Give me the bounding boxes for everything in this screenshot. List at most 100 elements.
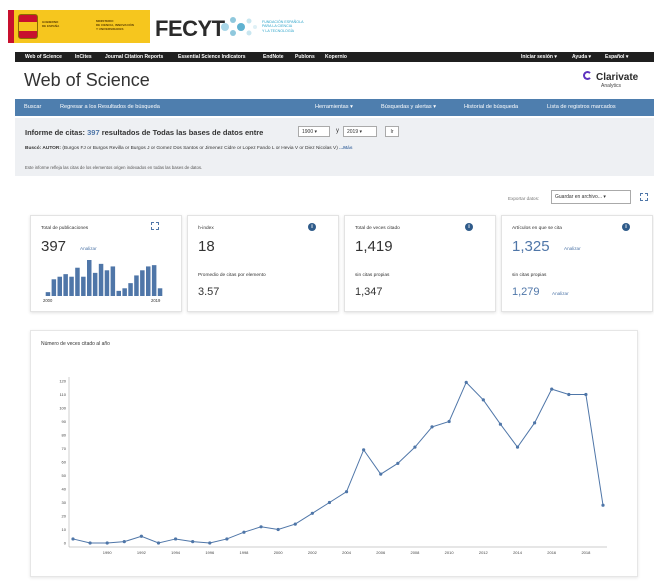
- y-tick-label: 40: [62, 487, 67, 492]
- x-tick-label: 1992: [137, 550, 147, 555]
- spark-bar: [75, 267, 80, 296]
- citation-report-header: Informe de citas: 397 resultados de Toda…: [15, 118, 654, 176]
- data-point: [173, 537, 178, 541]
- data-point: [208, 541, 212, 545]
- expand-icon[interactable]: [151, 222, 159, 230]
- data-point: [139, 534, 143, 538]
- data-point: [584, 392, 588, 397]
- x-tick-label: 1990: [103, 550, 113, 555]
- hindex-value: 18: [198, 238, 215, 255]
- x-tick-label: 2016: [547, 550, 557, 555]
- product-link-endnote[interactable]: EndNote: [263, 54, 284, 60]
- x-tick-label: 1996: [205, 550, 215, 555]
- gov-text-line: DE ESPAÑA: [42, 24, 60, 28]
- avg-citations-label: Promedio de citas por elemento: [198, 273, 266, 278]
- data-point: [122, 540, 126, 544]
- x-tick-label: 2004: [342, 550, 352, 555]
- main-nav: Buscar Regresar a los Resultados de búsq…: [15, 99, 654, 116]
- x-tick-label: 1998: [240, 550, 250, 555]
- data-point: [601, 503, 605, 507]
- spark-bar: [104, 270, 110, 296]
- data-point: [276, 527, 280, 532]
- spark-bar: [128, 283, 133, 296]
- nav-back-to-results[interactable]: Regresar a los Resultados de búsqueda: [60, 104, 160, 110]
- data-point: [362, 448, 366, 452]
- help-menu[interactable]: Ayuda ▾: [572, 54, 591, 60]
- citing-self-label: sin citas propias: [512, 273, 547, 278]
- report-title: Informe de citas: 397 resultados de Toda…: [25, 128, 263, 137]
- spark-bar: [151, 265, 157, 296]
- data-point: [225, 537, 229, 541]
- card-publications: Total de publicaciones 397 Analizar 2000…: [30, 215, 182, 312]
- product-bar: Web of Science InCites Journal Citation …: [15, 52, 654, 62]
- export-select[interactable]: Guardar en archivo... ▾: [551, 190, 631, 204]
- x-tick-label: 2008: [410, 550, 420, 555]
- report-title-prefix: Informe de citas:: [25, 128, 86, 137]
- product-link-publons[interactable]: Publons: [295, 54, 315, 60]
- data-point: [533, 421, 537, 425]
- data-point: [71, 537, 75, 541]
- info-icon[interactable]: i: [465, 223, 473, 231]
- language-menu[interactable]: Español ▾: [605, 54, 628, 60]
- clarivate-logo: Clarivate: [596, 72, 639, 83]
- nav-searches-alerts[interactable]: Búsquedas y alertas ▾: [381, 104, 436, 110]
- product-link-kopernio[interactable]: Kopernio: [325, 54, 347, 60]
- card-citing-articles: Artículos en que se cita i 1,325 Analiza…: [501, 215, 653, 312]
- data-point: [567, 392, 571, 397]
- total-citations-value: 1,419: [355, 238, 393, 255]
- total-citations-label: Total de veces citado: [355, 226, 400, 231]
- data-point: [88, 541, 92, 545]
- without-self-citations-value: 1,347: [355, 286, 383, 298]
- fullscreen-icon[interactable]: [640, 193, 648, 201]
- search-query-text: (Burgos FJ or Burgos Revilla or Burgos J…: [62, 146, 338, 151]
- nav-search-history[interactable]: Historial de búsqueda: [464, 104, 518, 110]
- info-icon[interactable]: i: [308, 223, 316, 231]
- data-point: [396, 461, 400, 465]
- product-link-esi[interactable]: Essential Science Indicators: [178, 54, 246, 60]
- data-point: [156, 541, 161, 545]
- spark-bar: [98, 263, 104, 296]
- ministry-text: MINISTERIO DE CIENCIA, INNOVACIÓN Y UNIV…: [96, 19, 134, 31]
- result-count[interactable]: 397: [87, 128, 100, 137]
- y-tick-label: 20: [62, 514, 67, 519]
- coat-of-arms-icon: [18, 14, 38, 39]
- flag-stripe: [8, 10, 14, 43]
- to-year-select[interactable]: 2019 ▾: [343, 126, 377, 137]
- data-point: [550, 387, 554, 391]
- more-link[interactable]: ...Más: [339, 146, 352, 151]
- fecyt-logo: FECYT: [155, 16, 225, 41]
- product-link-wos[interactable]: Web of Science: [25, 54, 62, 60]
- nav-search[interactable]: Buscar: [24, 104, 41, 110]
- data-point: [242, 530, 246, 534]
- citing-analyze-link[interactable]: Analizar: [564, 246, 581, 251]
- citing-without-self-value[interactable]: 1,279: [512, 286, 540, 298]
- info-icon[interactable]: i: [622, 223, 630, 231]
- spark-year-start: 2000: [43, 298, 53, 303]
- citing-articles-value[interactable]: 1,325: [512, 238, 550, 255]
- from-year-select[interactable]: 1900 ▾: [298, 126, 330, 137]
- nav-tools[interactable]: Herramientas ▾: [315, 104, 353, 110]
- y-tick-label: 100: [59, 406, 66, 411]
- y-tick-label: 10: [62, 527, 67, 532]
- x-tick-label: 2000: [274, 550, 284, 555]
- data-point: [413, 445, 417, 449]
- spark-bar: [45, 292, 51, 296]
- government-text: GOBIERNO DE ESPAÑA: [42, 20, 59, 28]
- year-range-and: y: [336, 128, 339, 134]
- x-tick-label: 2014: [513, 550, 523, 555]
- self-citations-label: sin citas propias: [355, 273, 390, 278]
- product-link-incites[interactable]: InCites: [75, 54, 92, 60]
- data-point: [515, 445, 520, 449]
- data-point: [379, 472, 383, 476]
- nav-marked-list[interactable]: Lista de registros marcados: [547, 104, 616, 110]
- page-title: Web of Science: [24, 70, 150, 90]
- publications-analyze-link[interactable]: Analizar: [80, 246, 97, 251]
- x-tick-label: 2006: [376, 550, 386, 555]
- publications-value: 397: [41, 238, 67, 255]
- sign-in-menu[interactable]: Iniciar sesión ▾: [521, 54, 557, 60]
- product-link-jcr[interactable]: Journal Citation Reports: [105, 54, 163, 60]
- go-button[interactable]: Ir: [385, 126, 399, 137]
- y-tick-label: 90: [62, 419, 67, 424]
- citing-self-analyze-link[interactable]: Analizar: [552, 291, 569, 296]
- spark-bar: [146, 266, 151, 296]
